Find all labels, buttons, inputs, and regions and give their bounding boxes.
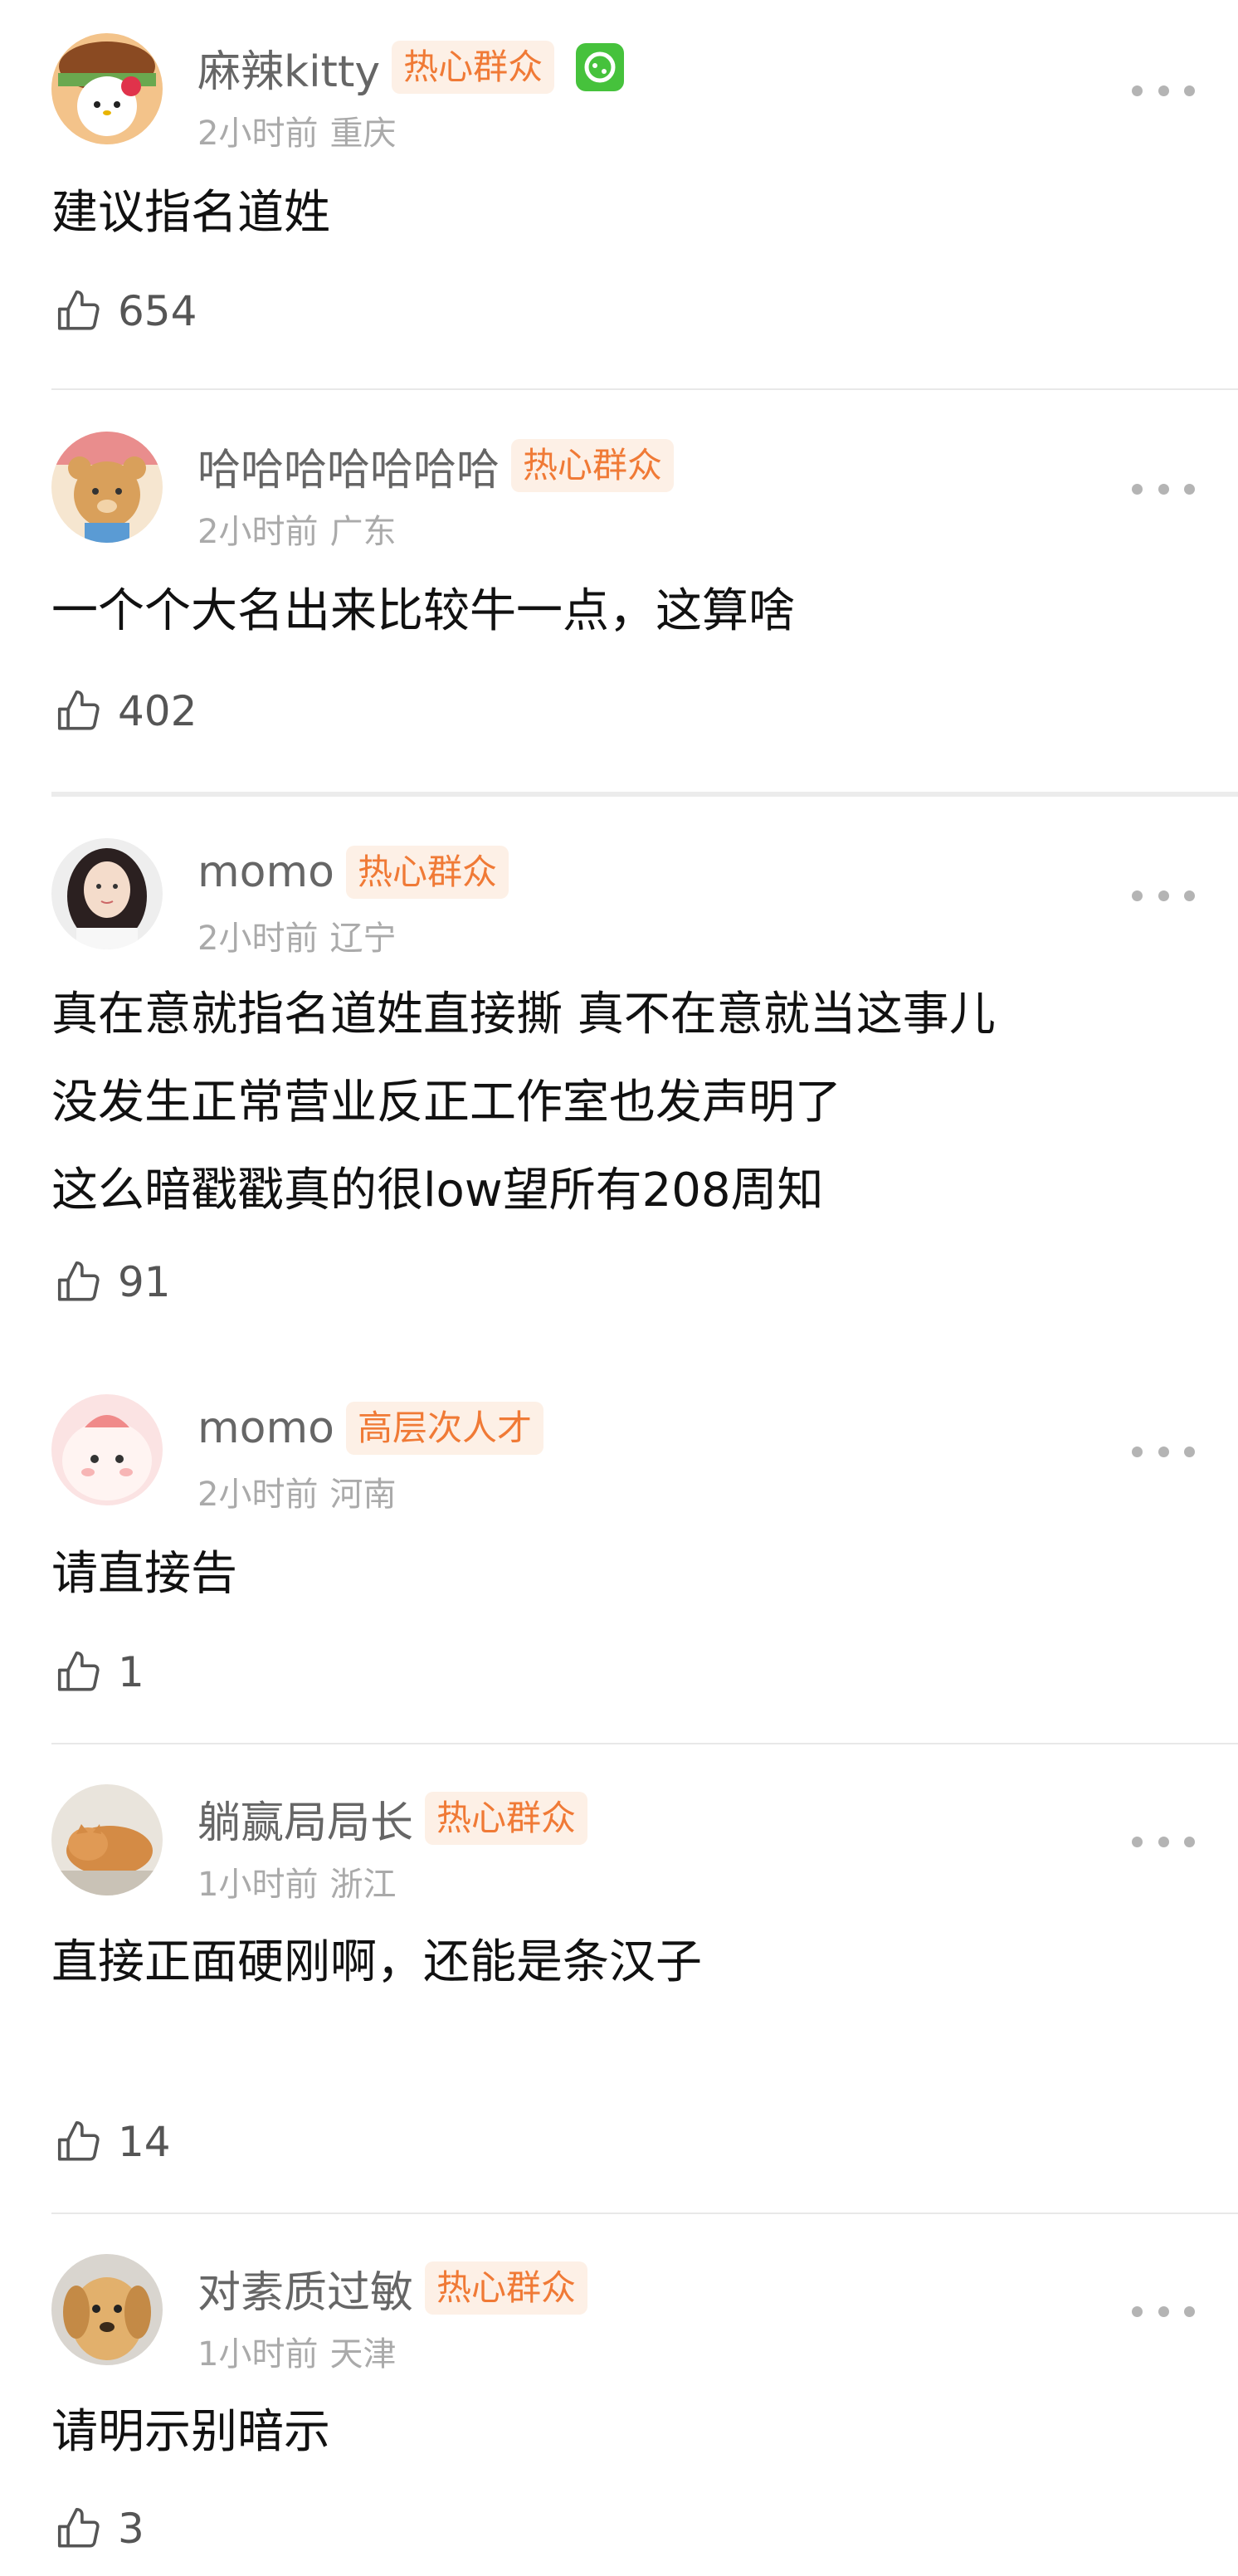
avatar[interactable] [51, 2254, 163, 2365]
comment-time: 2小时前 [197, 1476, 319, 1514]
comment-header: momo 高层次人才 [197, 1398, 543, 1459]
username[interactable]: 哈哈哈哈哈哈哈 [197, 435, 500, 497]
like-button[interactable]: 654 [53, 282, 197, 340]
comment-meta: 2小时前 辽宁 [197, 911, 407, 959]
like-count: 91 [118, 1258, 171, 1306]
comment-text-line: 建议指名道姓 [51, 186, 330, 240]
comment-time: 2小时前 [197, 115, 319, 153]
comment-meta: 1小时前 浙江 [197, 1857, 407, 1905]
like-count: 654 [118, 287, 197, 335]
comment-location: 河南 [329, 1476, 397, 1514]
thumbs-up-icon [57, 290, 100, 330]
username[interactable]: 麻辣kitty [197, 37, 380, 99]
comment-text: 请直接告 [51, 1530, 1205, 1618]
username[interactable]: momo [197, 1403, 334, 1453]
user-badge: 热心群众 [392, 41, 555, 94]
more-icon[interactable] [1132, 78, 1195, 103]
vip-badge-icon [576, 43, 625, 91]
user-badge: 热心群众 [425, 1792, 588, 1845]
comment-time: 2小时前 [197, 513, 319, 551]
thumbs-up-icon [57, 1261, 100, 1301]
comment-location: 辽宁 [329, 920, 397, 958]
comment-location: 天津 [329, 2335, 397, 2374]
more-icon[interactable] [1132, 476, 1195, 501]
avatar[interactable] [51, 432, 163, 543]
avatar[interactable] [51, 1784, 163, 1895]
comment-time: 1小时前 [197, 2335, 319, 2374]
like-button[interactable]: 14 [53, 2113, 171, 2171]
like-count: 3 [118, 2505, 144, 2553]
divider [51, 388, 1238, 390]
comment-text-line: 没发生正常营业反正工作室也发声明了 [51, 1076, 841, 1129]
comment-text: 请明示别暗示 [51, 2388, 1205, 2476]
username[interactable]: momo [197, 847, 334, 897]
avatar[interactable] [51, 33, 163, 144]
comment-text: 真在意就指名道姓直接撕 真不在意就当这事儿 没发生正常营业反正工作室也发声明了 … [51, 971, 1205, 1235]
avatar[interactable] [51, 838, 163, 949]
user-badge: 热心群众 [345, 846, 509, 899]
divider [51, 1743, 1238, 1744]
divider [51, 792, 1238, 797]
comment-text: 一个个大名出来比较牛一点，这算啥 [51, 568, 1205, 656]
comment-header: 哈哈哈哈哈哈哈 热心群众 [197, 435, 675, 497]
comment-header: 麻辣kitty 热心群众 [197, 37, 625, 99]
comment-header: momo 热心群众 [197, 842, 509, 903]
more-icon[interactable] [1132, 1439, 1195, 1464]
comment-text-line: 请直接告 [51, 1547, 237, 1601]
like-button[interactable]: 3 [53, 2500, 144, 2558]
like-count: 1 [118, 1648, 144, 1696]
like-button[interactable]: 1 [53, 1643, 144, 1701]
like-count: 14 [118, 2118, 171, 2166]
like-count: 402 [118, 687, 197, 735]
comment-text-line: 一个个大名出来比较牛一点，这算啥 [51, 584, 795, 638]
comment-location: 广东 [329, 513, 397, 551]
comment-meta: 1小时前 天津 [197, 2327, 407, 2375]
like-button[interactable]: 402 [53, 682, 197, 740]
comment-location: 重庆 [329, 115, 397, 153]
comment-time: 1小时前 [197, 1866, 319, 1904]
comment-meta: 2小时前 广东 [197, 505, 407, 553]
like-button[interactable]: 91 [53, 1253, 171, 1311]
thumbs-up-icon [57, 2507, 100, 2548]
thumbs-up-icon [57, 2120, 100, 2161]
comment-text-line: 请明示别暗示 [51, 2405, 330, 2459]
avatar[interactable] [51, 1394, 163, 1505]
comment-meta: 2小时前 重庆 [197, 106, 407, 154]
comment-location: 浙江 [329, 1866, 397, 1904]
divider [51, 2213, 1238, 2214]
user-badge: 热心群众 [425, 2261, 588, 2315]
username[interactable]: 躺赢局局长 [197, 1788, 413, 1850]
comment-text-line: 真在意就指名道姓直接撕 真不在意就当这事儿 [51, 988, 996, 1042]
comment-text-line: 这么暗戳戳真的很low望所有208周知 [51, 1164, 824, 1217]
thumbs-up-icon [57, 1651, 100, 1691]
comment-text: 建议指名道姓 [51, 169, 1205, 257]
username[interactable]: 对素质过敏 [197, 2257, 413, 2320]
user-badge: 热心群众 [511, 439, 675, 492]
comment-header: 对素质过敏 热心群众 [197, 2257, 588, 2320]
user-badge: 高层次人才 [345, 1402, 543, 1455]
more-icon[interactable] [1132, 1829, 1195, 1854]
comment-text: 直接正面硬刚啊，还能是条汉子 [51, 1919, 1205, 2007]
comment-text-line: 直接正面硬刚啊，还能是条汉子 [51, 1935, 702, 1989]
comment-header: 躺赢局局长 热心群众 [197, 1788, 588, 1850]
thumbs-up-icon [57, 690, 100, 730]
more-icon[interactable] [1132, 2299, 1195, 2324]
more-icon[interactable] [1132, 883, 1195, 908]
comment-meta: 2小时前 河南 [197, 1467, 407, 1515]
comment-time: 2小时前 [197, 920, 319, 958]
